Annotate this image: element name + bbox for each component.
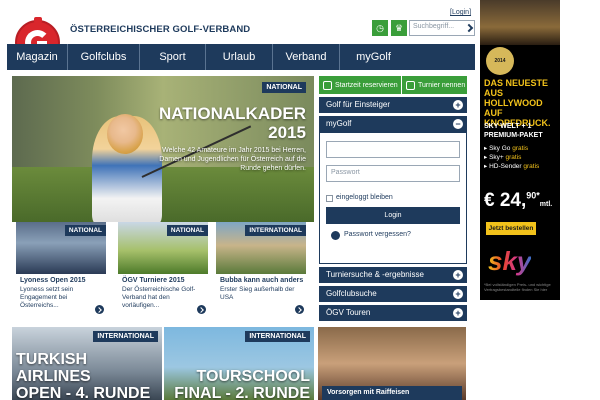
card-badge: INTERNATIONAL <box>93 331 158 342</box>
card-title-line2: FINAL - 2. RUNDE <box>174 385 310 400</box>
hero-feature[interactable]: NATIONAL NATIONALKADER 2015 Welche 42 Am… <box>12 76 314 222</box>
news-card[interactable]: INTERNATIONAL TOURSCHOOL FINAL - 2. RUND… <box>164 327 314 400</box>
accordion-einsteiger[interactable]: Golf für Einsteiger + <box>319 97 467 113</box>
teaser-card[interactable]: INTERNATIONAL Bubba kann auch anders Ers… <box>212 222 310 316</box>
card-title-line2: OPEN - 4. RUNDE <box>16 385 151 400</box>
card-title[interactable]: TURKISH AIRLINES OPEN - 4. RUNDE <box>16 351 162 400</box>
accordion-golfclubsuche[interactable]: Golfclubsuche + <box>319 286 467 302</box>
login-button[interactable]: Login <box>326 207 460 224</box>
hero-grass <box>12 167 314 222</box>
promo-card[interactable]: Vorsorgen mit Raiffeisen <box>318 327 466 400</box>
accordion-label: ÖGV Touren <box>326 308 371 317</box>
teaser-text: Erster Sieg außerhalb der USA <box>220 286 295 301</box>
ad-fine-print: *Bei vollständigen Preis- und wichtige V… <box>484 282 551 292</box>
username-field[interactable] <box>326 141 460 158</box>
accordion-mygolf[interactable]: myGolf − <box>319 116 467 132</box>
accordion-label: myGolf <box>326 119 352 128</box>
hero-title[interactable]: NATIONALKADER 2015 <box>159 104 306 142</box>
turnier-button[interactable]: Turnier nennen <box>402 76 467 94</box>
ad-order-button[interactable]: Jetzt bestellen <box>486 222 536 235</box>
teaser-badge: INTERNATIONAL <box>245 225 306 236</box>
sky-advertisement[interactable]: 2014 DAS NEUESTE AUS HOLLYWOOD AUF KNOPF… <box>480 0 560 300</box>
login-panel: Passwort eingeloggt bleiben Login Passwo… <box>319 132 467 264</box>
accordion-oegv-touren[interactable]: ÖGV Touren + <box>319 305 467 321</box>
sky-logo: sky <box>488 246 532 276</box>
teaser-title[interactable]: Bubba kann auch anders <box>220 277 303 284</box>
nav-item-mygolf[interactable]: myGolf <box>339 44 407 70</box>
teaser-title[interactable]: ÖGV Turniere 2015 <box>122 277 185 284</box>
logo-knob <box>34 17 42 23</box>
arrow-right-icon[interactable] <box>295 305 304 314</box>
turnier-label: Turnier nennen <box>418 81 466 89</box>
news-card[interactable]: INTERNATIONAL TURKISH AIRLINES OPEN - 4.… <box>12 327 162 400</box>
minus-icon[interactable]: − <box>453 119 463 129</box>
plus-icon[interactable]: + <box>453 308 463 318</box>
ad-price: € 24,90*mtl. <box>484 190 553 211</box>
arrow-right-icon[interactable] <box>197 305 206 314</box>
ad-feature-list: ▸ Sky Go gratis ▸ Sky+ gratis ▸ HD-Sende… <box>484 144 560 171</box>
ad-headline: DAS NEUESTE AUS HOLLYWOOD AUF KNOPFDRUCK… <box>484 78 551 128</box>
clock-icon[interactable]: ◷ <box>372 20 388 36</box>
promo-card-banner[interactable]: Vorsorgen mit Raiffeisen <box>322 386 462 400</box>
ad-feature-item: ▸ Sky+ gratis <box>484 154 522 161</box>
trophy-icon <box>406 80 415 90</box>
plus-icon[interactable]: + <box>453 100 463 110</box>
arrow-right-icon[interactable] <box>331 231 340 240</box>
teaser-badge: NATIONAL <box>64 225 106 236</box>
hero-title-line1: NATIONALKADER <box>158 104 306 123</box>
hero-title-line2: 2015 <box>268 123 306 142</box>
accordion-label: Golf für Einsteiger <box>326 100 391 109</box>
trophy-icon[interactable]: ♛ <box>391 20 407 36</box>
ad-seal: 2014 <box>486 47 514 75</box>
ad-scene-image <box>480 0 560 45</box>
remember-label[interactable]: eingeloggt bleiben <box>336 194 393 201</box>
teaser-text: Lyoness setzt sein Engagement bei Österr… <box>20 286 74 309</box>
accordion-label: Golfclubsuche <box>326 289 377 298</box>
card-title-line1: TURKISH AIRLINES <box>16 351 91 385</box>
nav-item-urlaub[interactable]: Urlaub <box>205 44 272 70</box>
plus-icon[interactable]: + <box>453 289 463 299</box>
brand-name[interactable]: ÖSTERREICHISCHER GOLF-VERBAND <box>70 24 250 35</box>
card-badge: INTERNATIONAL <box>245 331 310 342</box>
main-nav: Magazin Golfclubs Sport Urlaub Verband m… <box>7 44 475 70</box>
ad-subheadline: SKY WELT + 1 PREMIUM-PAKET <box>484 123 543 139</box>
teaser-card[interactable]: NATIONAL Lyoness Open 2015 Lyoness setzt… <box>12 222 110 316</box>
ad-feature-item: ▸ HD-Sender gratis <box>484 163 540 170</box>
plus-icon[interactable]: + <box>453 270 463 280</box>
accordion-turniersuche[interactable]: Turniersuche & -ergebnisse + <box>319 267 467 283</box>
login-link[interactable]: [Login] <box>450 9 471 16</box>
card-title[interactable]: TOURSCHOOL FINAL - 2. RUNDE <box>174 368 310 400</box>
nav-item-magazin[interactable]: Magazin <box>7 44 67 70</box>
password-field[interactable]: Passwort <box>326 165 460 182</box>
teaser-title[interactable]: Lyoness Open 2015 <box>20 277 86 284</box>
teaser-badge: NATIONAL <box>166 225 208 236</box>
card-title-line1: TOURSCHOOL <box>196 368 310 385</box>
arrow-right-icon[interactable] <box>95 305 104 314</box>
remember-checkbox[interactable] <box>326 195 333 202</box>
teaser-card[interactable]: NATIONAL ÖGV Turniere 2015 Der Österreic… <box>114 222 212 316</box>
nav-item-sport[interactable]: Sport <box>139 44 205 70</box>
startzeit-label: Startzeit reservieren <box>335 81 398 89</box>
accordion-label: Turniersuche & -ergebnisse <box>326 270 424 279</box>
hero-badge: NATIONAL <box>262 82 306 93</box>
hero-golfer-head <box>107 114 143 154</box>
nav-item-verband[interactable]: Verband <box>272 44 339 70</box>
clock-icon <box>323 80 332 90</box>
startzeit-button[interactable]: Startzeit reservieren <box>319 76 401 94</box>
hero-text: Welche 42 Amateure im Jahr 2015 bei Herr… <box>159 147 306 172</box>
teaser-text: Der Österreichische Golf-Verband hat den… <box>122 286 196 309</box>
nav-item-golfclubs[interactable]: Golfclubs <box>67 44 139 70</box>
ad-feature-item: ▸ Sky Go gratis <box>484 145 529 152</box>
forgot-password-link[interactable]: Passwort vergessen? <box>344 231 411 238</box>
